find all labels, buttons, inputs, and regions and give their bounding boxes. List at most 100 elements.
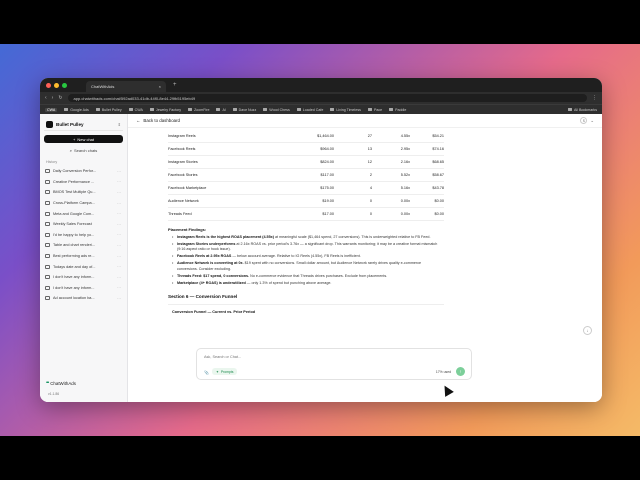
workspace-logo-icon [46,121,53,128]
more-options-icon[interactable]: ··· [117,275,123,280]
table-cell: $43.78 [410,181,444,195]
search-chats-button[interactable]: ⌕ Search chats [44,146,123,154]
history-item[interactable]: Best performing ads re... ··· [44,251,123,262]
chat-bubble-icon [45,275,50,280]
assistant-message: Instagram Reels $1,464.00 27 4.55x $54.21 Fac… [162,130,534,314]
back-arrow-icon[interactable]: ‹ [45,95,47,101]
table-cell: $964.00 [294,142,334,157]
findings-title: Placement Findings: [168,226,207,232]
scroll-down-button[interactable]: ↓ [583,326,592,335]
history-item[interactable]: Weekly Sales Forecast ··· [44,219,123,230]
browser-tab[interactable]: ChatWithAds × [86,81,166,92]
bookmark-item[interactable]: Bullet Pulley [96,108,122,112]
more-options-icon[interactable]: ··· [117,243,123,248]
bookmark-item[interactable]: CWA [45,107,58,112]
chat-bubble-icon [45,211,50,216]
back-to-dashboard-link[interactable]: ← Back to dashboard [136,118,180,123]
bookmark-item[interactable]: Google Ads [64,108,89,112]
more-options-icon[interactable]: ··· [117,232,123,237]
history-item-label: BMOS Test Multiple Qu... [53,190,96,195]
history-item[interactable]: Todays date and day of... ··· [44,261,123,272]
bookmark-item[interactable]: Wood Chess [263,108,290,112]
all-bookmarks[interactable]: All Bookmarks [568,108,597,112]
history-item[interactable]: Cross-Platform Campa... ··· [44,198,123,209]
bookmark-item[interactable]: Paddle [389,108,406,112]
finding-text: — below account average. Relative to IG … [231,254,361,259]
finding-lead: Instagram Reels is the highest ROAS plac… [177,234,274,239]
table-cell: Audience Network [168,194,294,208]
bookmark-item[interactable]: Living Timeless [330,108,361,112]
history-list: Daily Conversion Perfor... ··· Creative P… [44,166,123,304]
chat-bubble-icon [45,264,50,269]
more-options-icon[interactable]: ··· [117,190,123,195]
history-item[interactable]: Table and chart renderi... ··· [44,240,123,251]
chat-bubble-icon [45,243,50,248]
user-menu[interactable]: S ⌄ [580,117,594,124]
table-row: Instagram Stories $824.00 12 2.16x $68.65 [168,155,444,170]
more-options-icon[interactable]: ··· [117,254,123,259]
plus-icon: + [72,136,76,142]
close-tab-icon[interactable]: × [159,84,161,89]
bookmark-item[interactable]: Dave Nuzz [233,108,257,112]
finding-item: Threads Feed: $17 spend, 0 conversions. … [172,274,438,280]
more-options-icon[interactable]: ··· [117,211,123,216]
history-item[interactable]: Ad account location ba... ··· [44,293,123,304]
url-field[interactable]: app.chatwithads.com/chat/592ad033-41db-4… [67,94,587,102]
bookmark-item[interactable]: Loaded Cafe [297,108,324,112]
bookmark-item[interactable]: Al [216,108,225,112]
chat-input[interactable] [204,355,404,359]
history-item-label: I'd be happy to help yo... [53,232,95,237]
history-item[interactable]: I don't have any inform... ··· [44,283,123,294]
table-row: Threads Feed $17.00 0 0.00x $0.00 [168,207,444,221]
placement-table: Instagram Reels $1,464.00 27 4.55x $54.21 Fac… [168,130,444,221]
send-button[interactable]: ↑ [456,367,465,376]
table-cell: $824.00 [294,155,334,170]
table-cell: 2.16x [372,155,410,170]
history-item-label: Daily Conversion Perfor... [53,169,97,174]
new-chat-button[interactable]: + New chat [44,135,123,143]
history-item[interactable]: BMOS Test Multiple Qu... ··· [44,187,123,198]
history-item[interactable]: Daily Conversion Perfor... ··· [44,166,123,177]
table-cell: Facebook Reels [168,142,294,157]
more-options-icon[interactable]: ··· [117,169,123,174]
table-cell: Instagram Reels [168,130,294,144]
close-window-button[interactable] [46,82,51,88]
history-item[interactable]: Meta and Google Com... ··· [44,208,123,219]
history-item-label: Best performing ads re... [53,254,95,259]
workspace-switcher[interactable]: Bullet Pulley ⇕ [44,119,123,131]
more-options-icon[interactable]: ··· [117,222,123,227]
history-item-label: Todays date and day of... [53,264,96,269]
paperclip-icon[interactable]: 📎 [204,370,209,375]
more-options-icon[interactable]: ··· [117,264,123,269]
finding-lead: Instagram Stories underperforms [177,241,236,246]
more-options-icon[interactable]: ··· [117,179,123,184]
history-item[interactable]: Creative Performance ... ··· [44,177,123,188]
more-options-icon[interactable]: ··· [117,296,123,301]
table-cell: 0.00x [372,207,410,221]
table-cell: 13 [334,142,372,157]
extensions-icon[interactable]: ⋮ [592,95,597,101]
table-cell: $74.16 [410,142,444,157]
forward-arrow-icon[interactable]: › [52,95,54,101]
table-cell: 2 [334,168,372,183]
new-tab-button[interactable]: + [173,82,177,88]
table-cell: 4 [334,181,372,195]
prompts-button[interactable]: ✦ Prompts [212,368,238,375]
bookmark-item[interactable]: CWA [129,108,143,112]
table-cell: $17.00 [294,207,334,221]
bookmark-item[interactable]: Pace [368,108,382,112]
history-item[interactable]: I don't have any inform... ··· [44,272,123,283]
bookmark-item[interactable]: Jewelry Factory [150,108,181,112]
bookmark-item[interactable]: ZoomFire [188,108,209,112]
reload-icon[interactable]: ↻ [58,95,62,101]
history-item[interactable]: I'd be happy to help yo... ··· [44,230,123,241]
maximize-window-button[interactable] [62,82,67,88]
history-item-label: Table and chart renderi... [53,243,96,248]
tab-strip: ChatWithAds × + [40,78,602,92]
more-options-icon[interactable]: ··· [117,201,123,206]
more-options-icon[interactable]: ··· [117,285,123,290]
minimize-window-button[interactable] [54,82,59,88]
table-cell: $19.00 [294,194,334,208]
mouse-cursor [440,383,454,397]
section-heading: Section 6 — Conversion Funnel [168,293,238,299]
